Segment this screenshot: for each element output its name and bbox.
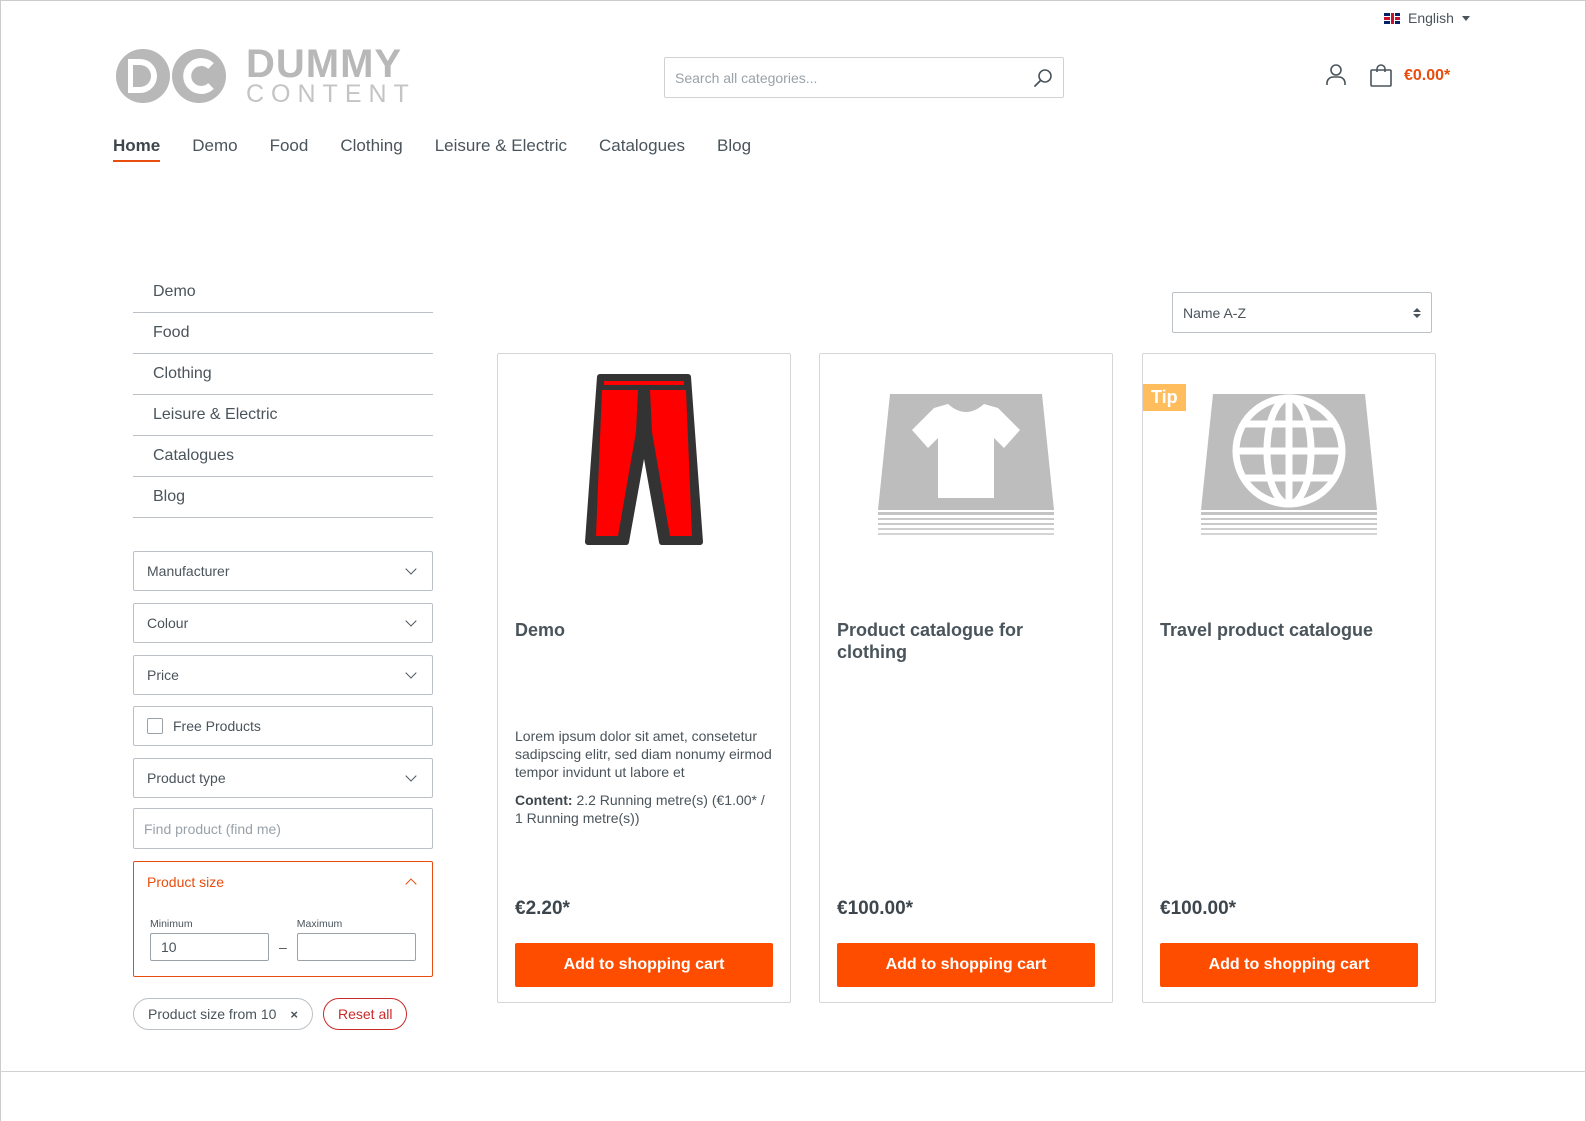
add-to-cart-button[interactable]: Add to shopping cart [837, 943, 1095, 987]
language-selector[interactable]: English [1384, 10, 1470, 26]
filter-price-label: Price [147, 667, 179, 683]
max-size-input[interactable] [296, 933, 416, 961]
product-card: Product catalogue for clothing €100.00* … [819, 353, 1113, 1003]
reset-all-button[interactable]: Reset all [322, 998, 408, 1030]
product-price: €100.00* [837, 898, 914, 919]
product-card: Demo Lorem ipsum dolor sit amet, consete… [497, 353, 791, 1003]
product-name[interactable]: Demo [515, 619, 773, 641]
filter-chip-label: Product size from 10 [148, 1006, 277, 1022]
uk-flag-icon [1384, 12, 1400, 24]
chevron-up-icon [405, 878, 417, 890]
filter-product-size: Product size Minimum – Maximum [133, 861, 433, 977]
sidebar-item-clothing[interactable]: Clothing [133, 354, 433, 395]
add-to-cart-button[interactable]: Add to shopping cart [515, 943, 773, 987]
tip-badge: Tip [1143, 384, 1186, 411]
product-image[interactable] [820, 372, 1112, 572]
filter-free-products[interactable]: Free Products [133, 706, 433, 746]
sort-select[interactable]: Name A-Z [1172, 292, 1432, 333]
active-filters: Product size from 10 × Reset all [133, 998, 408, 1030]
sort-selected-label: Name A-Z [1183, 304, 1247, 321]
search-input[interactable] [665, 58, 1023, 97]
logo[interactable]: DUMMY CONTENT [114, 44, 416, 107]
search-icon[interactable] [1023, 58, 1063, 98]
product-card: Tip Travel product catalogue €100.00* Ad… [1142, 353, 1436, 1003]
filter-chip: Product size from 10 × [133, 998, 313, 1030]
sidebar-item-catalogues[interactable]: Catalogues [133, 436, 433, 477]
caret-down-icon [1461, 15, 1470, 21]
sort-arrows-icon [1413, 307, 1421, 318]
filter-colour[interactable]: Colour [133, 603, 433, 643]
chevron-down-icon [405, 615, 417, 627]
shopping-bag-icon [1370, 64, 1392, 87]
nav-item-catalogues[interactable]: Catalogues [599, 136, 685, 162]
language-label: English [1408, 10, 1454, 26]
find-product-filter [133, 808, 433, 849]
sidebar-item-blog[interactable]: Blog [133, 477, 433, 518]
chevron-down-icon [405, 770, 417, 782]
product-description: Lorem ipsum dolor sit amet, consetetur s… [515, 728, 772, 780]
product-size-toggle[interactable]: Product size [134, 862, 432, 902]
tshirt-catalogue-icon [878, 394, 1054, 535]
globe-catalogue-icon [1201, 394, 1377, 535]
product-price: €2.20* [515, 898, 570, 919]
nav-item-food[interactable]: Food [270, 136, 309, 162]
nav-item-clothing[interactable]: Clothing [340, 136, 402, 162]
chevron-down-icon [405, 667, 417, 679]
free-products-checkbox[interactable] [147, 718, 163, 734]
sidebar-item-leisure-electric[interactable]: Leisure & Electric [133, 395, 433, 436]
product-name[interactable]: Travel product catalogue [1160, 619, 1418, 641]
filter-manufacturer[interactable]: Manufacturer [133, 551, 433, 591]
red-trousers-image [585, 374, 703, 545]
product-size-range: Minimum – Maximum [150, 918, 416, 961]
cart-button[interactable]: €0.00* [1370, 64, 1450, 87]
sidebar-item-food[interactable]: Food [133, 313, 433, 354]
main-navigation: Home Demo Food Clothing Leisure & Electr… [113, 136, 783, 162]
max-label: Maximum [296, 918, 343, 930]
search-box [664, 57, 1064, 98]
nav-item-home[interactable]: Home [113, 136, 161, 162]
nav-item-blog[interactable]: Blog [717, 136, 751, 162]
filter-product-type[interactable]: Product type [133, 758, 433, 798]
cart-total: €0.00* [1404, 66, 1451, 84]
find-product-input[interactable] [134, 809, 432, 848]
add-to-cart-button[interactable]: Add to shopping cart [1160, 943, 1418, 987]
product-image[interactable] [1143, 372, 1435, 572]
product-content: Content: 2.2 Running metre(s) (€1.00* / … [515, 791, 776, 827]
content-label: Content: [515, 792, 573, 808]
filter-price[interactable]: Price [133, 655, 433, 695]
logo-text-line1: DUMMY [246, 42, 403, 86]
min-size-input[interactable] [150, 933, 269, 961]
nav-item-demo[interactable]: Demo [192, 136, 237, 162]
product-name[interactable]: Product catalogue for clothing [837, 619, 1095, 663]
min-label: Minimum [150, 918, 193, 930]
remove-filter-icon[interactable]: × [290, 1007, 298, 1022]
filter-product-type-label: Product type [147, 770, 226, 786]
nav-item-leisure-electric[interactable]: Leisure & Electric [435, 136, 567, 162]
dc-logo-icon [116, 48, 226, 103]
filter-free-products-label: Free Products [173, 718, 261, 734]
product-image[interactable] [498, 372, 790, 572]
filter-colour-label: Colour [147, 615, 189, 631]
footer-divider [0, 1071, 1586, 1072]
logo-text-line2: CONTENT [246, 80, 416, 108]
sidebar-item-demo[interactable]: Demo [133, 272, 433, 313]
range-dash: – [279, 939, 287, 955]
product-price: €100.00* [1160, 898, 1237, 919]
filter-manufacturer-label: Manufacturer [147, 563, 230, 579]
account-icon[interactable] [1326, 64, 1346, 91]
chevron-down-icon [405, 563, 417, 575]
product-size-label: Product size [147, 874, 225, 890]
category-sidebar: Demo Food Clothing Leisure & Electric Ca… [133, 272, 433, 518]
